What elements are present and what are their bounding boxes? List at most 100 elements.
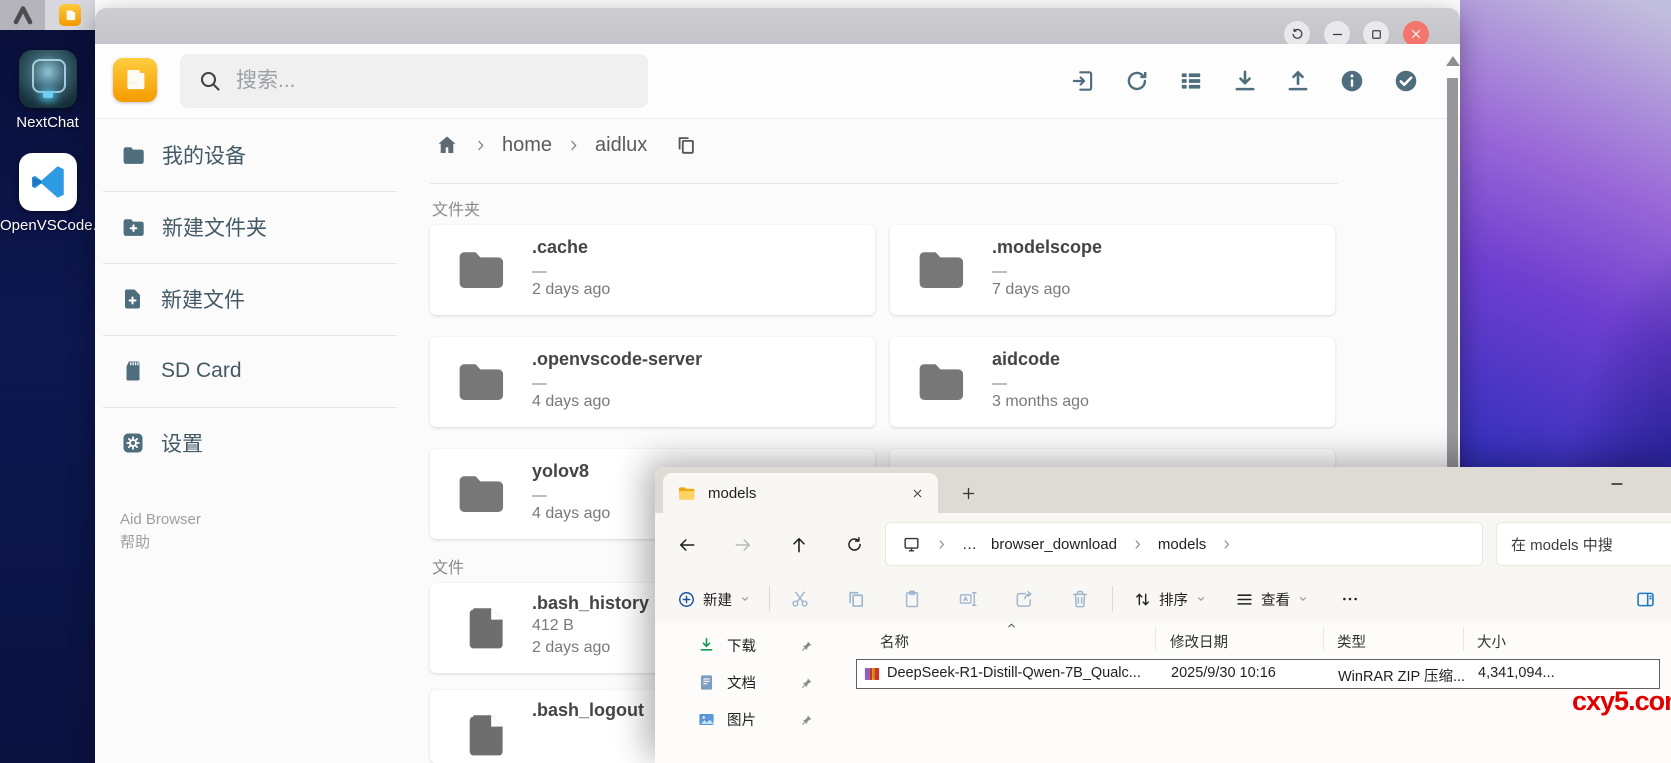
- sidebar-item-new-file[interactable]: 新建文件: [95, 263, 397, 335]
- file-size: 412 B: [532, 617, 574, 635]
- folder-time: 3 months ago: [992, 393, 1089, 411]
- breadcrumb-segment-home[interactable]: home: [502, 134, 552, 157]
- folder-card-openvscode-server[interactable]: .openvscode-server — 4 days ago: [430, 337, 875, 427]
- folder-card-aidcode[interactable]: aidcode — 3 months ago: [890, 337, 1335, 427]
- forward-icon[interactable]: [733, 535, 753, 555]
- view-icon: [1235, 590, 1254, 609]
- file-size: 4,341,094...: [1478, 665, 1555, 681]
- nav-item-documents[interactable]: 文档: [655, 664, 845, 701]
- this-pc-icon[interactable]: [902, 535, 921, 554]
- scrollbar-up-arrow[interactable]: [1446, 56, 1460, 66]
- column-header-date[interactable]: 修改日期: [1170, 631, 1228, 652]
- download-icon[interactable]: [1232, 68, 1258, 94]
- openvscode-icon[interactable]: [19, 153, 77, 211]
- refresh-icon[interactable]: [1124, 68, 1150, 94]
- folder-size: —: [532, 487, 547, 504]
- new-button[interactable]: 新建: [677, 589, 751, 610]
- chevron-down-icon: [1297, 593, 1309, 605]
- back-icon[interactable]: [677, 535, 697, 555]
- sidebar-item-sd-card[interactable]: SD Card: [95, 335, 397, 407]
- folder-icon: [121, 143, 146, 168]
- folder-size: —: [532, 375, 547, 392]
- upload-icon[interactable]: [1285, 68, 1311, 94]
- copy-path-icon[interactable]: [675, 134, 697, 156]
- nav-item-label: 图片: [727, 709, 756, 730]
- delete-icon[interactable]: [1070, 589, 1090, 609]
- nextchat-icon[interactable]: [19, 50, 77, 108]
- taskbar-aidlux-logo[interactable]: [0, 0, 45, 30]
- address-bar[interactable]: … browser_download models: [885, 522, 1483, 566]
- column-header-name[interactable]: 名称: [880, 631, 909, 652]
- nav-item-downloads[interactable]: 下载: [655, 627, 845, 664]
- cut-icon[interactable]: [790, 589, 810, 609]
- exit-app-icon[interactable]: [1070, 68, 1096, 94]
- folder-size: —: [532, 263, 547, 280]
- nav-item-label: 文档: [727, 672, 756, 693]
- column-header-size[interactable]: 大小: [1477, 631, 1506, 652]
- new-button-label: 新建: [703, 589, 732, 610]
- aid-browser-titlebar[interactable]: [95, 8, 1460, 44]
- pin-icon: [800, 639, 814, 653]
- explorer-minimize-icon[interactable]: [1608, 475, 1626, 493]
- folder-size: —: [992, 263, 1007, 280]
- file-row-deepseek[interactable]: DeepSeek-R1-Distill-Qwen-7B_Qualc... 202…: [856, 659, 1660, 689]
- column-header-type[interactable]: 类型: [1337, 631, 1366, 652]
- home-icon[interactable]: [435, 133, 459, 157]
- view-button[interactable]: 查看: [1235, 589, 1309, 610]
- breadcrumb-segment-aidlux[interactable]: aidlux: [595, 134, 647, 157]
- share-icon[interactable]: [1014, 589, 1034, 609]
- copy-icon[interactable]: [846, 589, 866, 609]
- folder-icon: [912, 243, 970, 297]
- search-input[interactable]: [234, 68, 630, 94]
- select-mode-icon[interactable]: [1393, 68, 1419, 94]
- folder-time: 4 days ago: [532, 505, 610, 523]
- app-name-label: Aid Browser: [120, 511, 201, 528]
- address-ellipsis[interactable]: …: [962, 536, 977, 553]
- downloads-icon: [697, 636, 716, 655]
- documents-icon: [697, 673, 716, 692]
- address-segment-browser-download[interactable]: browser_download: [991, 536, 1117, 553]
- sidebar-item-label: 新建文件: [161, 284, 245, 314]
- pin-icon: [800, 713, 814, 727]
- file-icon: [462, 704, 512, 763]
- taskbar-file-manager-tab[interactable]: [45, 0, 95, 30]
- chevron-right-icon: [1220, 538, 1233, 551]
- more-options-icon[interactable]: [1341, 590, 1359, 608]
- sidebar-item-settings[interactable]: 设置: [95, 407, 397, 479]
- help-link[interactable]: 帮助: [120, 531, 150, 552]
- column-separator[interactable]: [1463, 627, 1464, 651]
- rename-icon[interactable]: [958, 589, 978, 609]
- sidebar-item-my-device[interactable]: 我的设备: [95, 119, 397, 191]
- tab-close-icon[interactable]: [911, 487, 924, 500]
- details-pane-icon[interactable]: [1635, 589, 1656, 610]
- column-separator[interactable]: [1155, 627, 1156, 651]
- folder-card-modelscope[interactable]: .modelscope — 7 days ago: [890, 225, 1335, 315]
- up-icon[interactable]: [789, 535, 809, 555]
- refresh-icon[interactable]: [845, 535, 864, 554]
- file-type: WinRAR ZIP 压缩...: [1338, 665, 1465, 686]
- paste-icon[interactable]: [902, 589, 922, 609]
- folder-card-cache[interactable]: .cache — 2 days ago: [430, 225, 875, 315]
- new-tab-icon[interactable]: [960, 485, 977, 502]
- aid-browser-header: [95, 44, 1460, 119]
- divider: [1112, 586, 1113, 612]
- desktop-shortcut-nextchat[interactable]: NextChat: [0, 50, 95, 131]
- list-view-icon[interactable]: [1178, 68, 1204, 94]
- search-bar[interactable]: [180, 54, 648, 108]
- sort-button[interactable]: 排序: [1133, 589, 1207, 610]
- screen: NextChat OpenVSCode...: [0, 0, 1671, 763]
- column-separator[interactable]: [1323, 627, 1324, 651]
- folder-name: .openvscode-server: [532, 349, 702, 370]
- sort-icon: [1133, 590, 1152, 609]
- explorer-search-text: 在 models 中搜: [1511, 534, 1613, 555]
- desktop-shortcut-openvscode[interactable]: OpenVSCode...: [0, 153, 95, 234]
- chevron-right-icon: [566, 138, 581, 153]
- explorer-search-box[interactable]: 在 models 中搜: [1496, 522, 1671, 566]
- explorer-tab-models[interactable]: models: [663, 473, 938, 513]
- nav-item-pictures[interactable]: 图片: [655, 701, 845, 738]
- folder-time: 2 days ago: [532, 281, 610, 299]
- sidebar-item-new-folder[interactable]: 新建文件夹: [95, 191, 397, 263]
- folder-icon: [452, 467, 510, 521]
- info-icon[interactable]: [1339, 68, 1365, 94]
- address-segment-models[interactable]: models: [1158, 536, 1206, 553]
